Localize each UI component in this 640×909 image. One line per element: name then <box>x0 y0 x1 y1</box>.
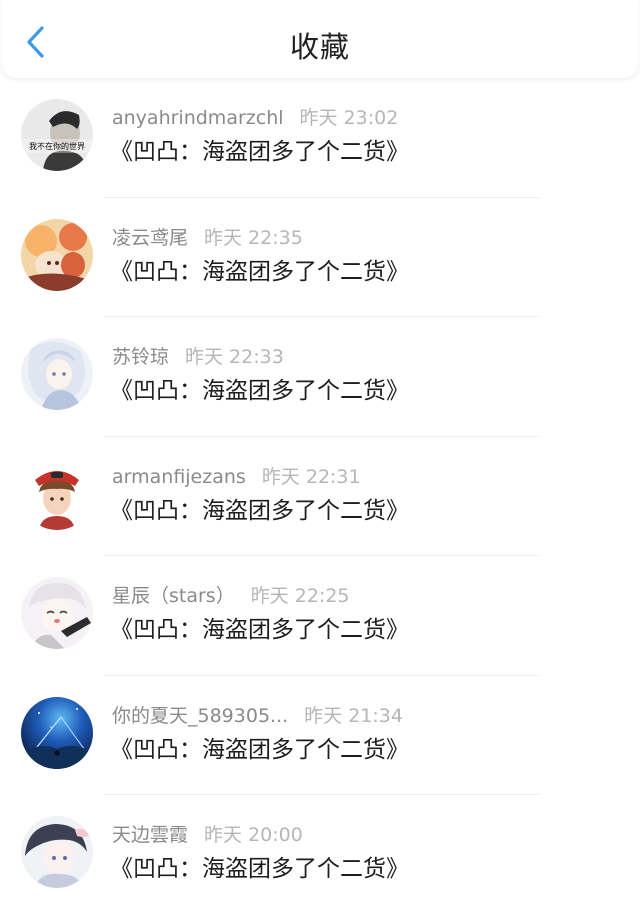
list-item[interactable]: 天边雲霞 昨天 20:00 《凹凸：海盗团多了个二货》 <box>0 795 640 909</box>
username[interactable]: 天边雲霞 <box>112 824 188 846</box>
list-item[interactable]: 苏铃琼 昨天 22:33 《凹凸：海盗团多了个二货》 <box>0 317 640 437</box>
timestamp: 昨天 21:34 <box>304 704 403 727</box>
avatar[interactable] <box>21 816 93 888</box>
post-title[interactable]: 《凹凸：海盗团多了个二货》 <box>110 376 409 406</box>
post-title[interactable]: 《凹凸：海盗团多了个二货》 <box>110 137 409 167</box>
post-title[interactable]: 《凹凸：海盗团多了个二货》 <box>110 854 409 884</box>
item-meta: 天边雲霞 昨天 20:00 <box>112 823 303 847</box>
timestamp: 昨天 22:25 <box>250 585 350 607</box>
favorites-list: 我不在你的世界 anyahrindmarzchl 昨天 23:02 《凹凸：海盗团… <box>0 78 640 909</box>
avatar[interactable] <box>21 457 93 530</box>
favorites-page: 收藏 我不在你的世界 anyahrindmarzchl 昨天 23:02 《凹凸：… <box>0 0 640 909</box>
timestamp: 昨天 22:35 <box>204 226 303 249</box>
avatar-caption: 我不在你的世界 <box>29 141 85 151</box>
post-title[interactable]: 《凹凸：海盗团多了个二货》 <box>110 615 409 645</box>
post-title[interactable]: 《凹凸：海盗团多了个二货》 <box>110 496 409 526</box>
item-meta: 星辰（stars） 昨天 22:25 <box>112 584 350 608</box>
list-item[interactable]: armanfijezans 昨天 22:31 《凹凸：海盗团多了个二货》 <box>0 437 640 556</box>
avatar[interactable]: 我不在你的世界 <box>21 99 93 171</box>
avatar[interactable] <box>21 696 93 769</box>
item-meta: 凌云鸢尾 昨天 22:35 <box>112 226 303 250</box>
item-meta: 你的夏天_589305... 昨天 21:34 <box>112 704 403 728</box>
top-bar: 收藏 <box>2 0 638 78</box>
list-item[interactable]: 我不在你的世界 anyahrindmarzchl 昨天 23:02 《凹凸：海盗团… <box>0 78 640 198</box>
timestamp: 昨天 22:33 <box>185 346 284 368</box>
page-title: 收藏 <box>289 30 350 64</box>
post-title[interactable]: 《凹凸：海盗团多了个二货》 <box>110 735 409 765</box>
avatar[interactable] <box>21 338 93 410</box>
avatar[interactable] <box>21 577 93 649</box>
timestamp: 昨天 20:00 <box>204 824 303 846</box>
timestamp: 昨天 22:31 <box>261 465 361 488</box>
username[interactable]: armanfijezans <box>112 466 246 488</box>
post-title[interactable]: 《凹凸：海盗团多了个二货》 <box>110 257 409 287</box>
list-item[interactable]: 你的夏天_589305... 昨天 21:34 《凹凸：海盗团多了个二货》 <box>0 676 640 795</box>
username[interactable]: 你的夏天_589305... <box>112 705 288 727</box>
username[interactable]: 凌云鸢尾 <box>112 227 188 249</box>
timestamp: 昨天 23:02 <box>299 107 399 129</box>
item-meta: anyahrindmarzchl 昨天 23:02 <box>112 106 398 130</box>
username[interactable]: 苏铃琼 <box>112 346 169 368</box>
list-item[interactable]: 星辰（stars） 昨天 22:25 《凹凸：海盗团多了个二货》 <box>0 556 640 676</box>
item-meta: 苏铃琼 昨天 22:33 <box>112 345 284 369</box>
avatar[interactable] <box>21 218 93 291</box>
username[interactable]: anyahrindmarzchl <box>112 107 284 129</box>
username[interactable]: 星辰（stars） <box>112 585 235 607</box>
list-item[interactable]: 凌云鸢尾 昨天 22:35 《凹凸：海盗团多了个二货》 <box>0 198 640 317</box>
item-meta: armanfijezans 昨天 22:31 <box>112 465 361 489</box>
